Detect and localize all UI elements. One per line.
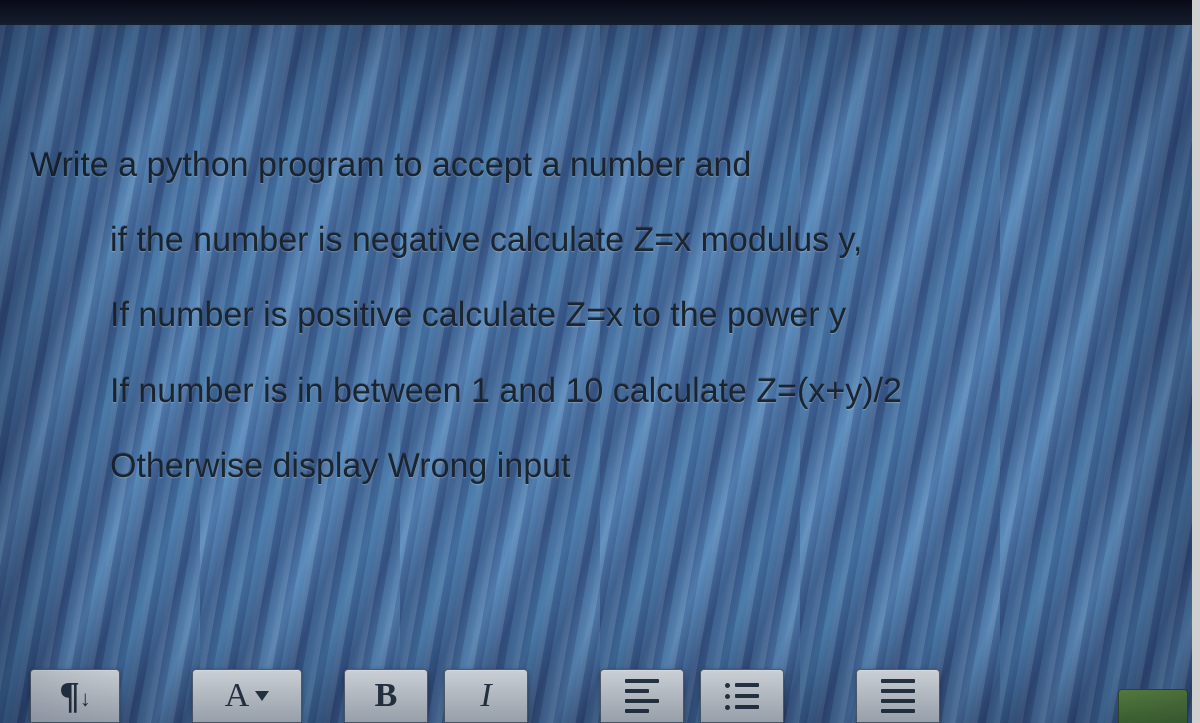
font-color-label: A <box>225 677 250 715</box>
question-panel: Write a python program to accept a numbe… <box>0 25 1192 723</box>
bold-label: B <box>375 677 398 715</box>
bullet-list-icon <box>725 683 759 710</box>
justify-icon <box>881 679 915 713</box>
italic-button[interactable]: I <box>444 669 528 723</box>
question-text-block: Write a python program to accept a numbe… <box>0 25 1192 531</box>
color-swatch-button[interactable] <box>1118 689 1188 723</box>
italic-label: I <box>480 677 491 715</box>
bullet-list-button[interactable] <box>700 669 784 723</box>
justify-button[interactable] <box>856 669 940 723</box>
pilcrow-icon: ¶ <box>59 675 80 717</box>
subscript-arrow-icon: ↓ <box>80 686 91 711</box>
paragraph-format-button[interactable]: ¶↓ <box>30 669 120 723</box>
question-line-2: if the number is negative calculate Z=x … <box>30 210 1162 271</box>
bold-button[interactable]: B <box>344 669 428 723</box>
font-color-button[interactable]: A <box>192 669 302 723</box>
align-left-button[interactable] <box>600 669 684 723</box>
question-line-4: If number is in between 1 and 10 calcula… <box>30 361 1162 422</box>
question-line-1: Write a python program to accept a numbe… <box>30 135 1162 196</box>
align-left-icon <box>625 679 659 713</box>
chevron-down-icon <box>255 691 269 701</box>
question-line-5: Otherwise display Wrong input <box>30 436 1162 497</box>
screen-edge <box>1192 0 1200 723</box>
question-line-3: If number is positive calculate Z=x to t… <box>30 285 1162 346</box>
editor-toolbar: ¶↓ A B I <box>30 653 1192 723</box>
